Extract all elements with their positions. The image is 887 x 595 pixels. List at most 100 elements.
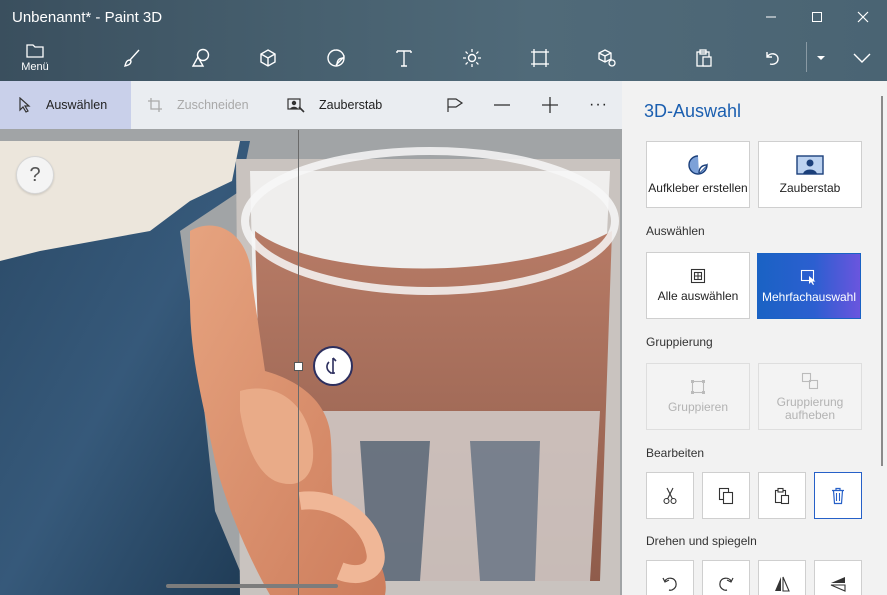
more-icon: ··· [589,96,608,113]
3d-selection-panel: 3D-Auswahl Aufkleber erstellen Zaubersta… [622,81,887,595]
rotate-section-label: Drehen und spiegeln [646,534,757,548]
flip-horizontal-icon [775,576,790,592]
make-sticker-label: Aufkleber erstellen [648,181,748,195]
group-section-label: Gruppierung [646,335,713,349]
paste-button[interactable] [758,472,806,519]
menu-button[interactable]: Menü [12,38,58,78]
history-dropdown-icon [817,56,825,60]
cursor-icon [19,97,31,113]
maximize-button[interactable] [794,0,840,34]
group-label: Gruppieren [667,400,729,414]
select-section-label: Auswählen [646,224,705,238]
view-3d-button[interactable] [446,81,478,129]
3d-shapes-icon [260,49,276,67]
folder-icon [26,44,44,58]
effects-tool[interactable] [449,38,495,78]
2d-shapes-tool[interactable] [178,38,224,78]
select-all-icon [690,268,706,284]
magic-select-icon [287,98,305,113]
history-dropdown[interactable] [799,38,843,78]
minimize-button[interactable] [748,0,794,34]
brushes-tool[interactable] [109,38,155,78]
text-icon [396,50,412,67]
rotate-right-icon [719,577,734,591]
cut-button[interactable] [646,472,694,519]
canvas-area[interactable] [0,81,622,595]
multi-select-icon [800,269,816,285]
flip-horizontal-button[interactable] [758,560,806,595]
select-all-button[interactable]: Alle auswählen [646,252,750,319]
magic-select-card[interactable]: Zauberstab [758,141,862,208]
rotate-icon [326,357,337,374]
group-icon [691,380,705,394]
zoom-in-button[interactable] [541,81,573,129]
canvas-icon [531,49,549,67]
stickers-icon [327,49,345,67]
menu-label: Menü [21,61,49,73]
panel-scrollbar[interactable] [881,96,883,466]
make-sticker-button[interactable]: Aufkleber erstellen [646,141,750,208]
edit-section-label: Bearbeiten [646,446,705,460]
delete-button[interactable] [814,472,862,519]
3d-library-icon [598,49,616,67]
rotate-handle[interactable] [313,346,353,386]
crop-icon [148,98,162,112]
rotate-left-button[interactable] [646,560,694,595]
paste-icon [696,49,712,67]
stickers-tool[interactable] [313,38,359,78]
expand-toolbar-button[interactable] [839,38,885,78]
horizontal-scrollbar[interactable] [166,584,338,588]
undo-icon [766,52,779,65]
multi-select-button[interactable]: Mehrfachauswahl [757,253,861,319]
paste-icon [774,487,790,504]
zoom-out-button[interactable] [493,81,525,129]
more-options-button[interactable]: ··· [589,81,608,129]
ungroup-icon [801,372,819,389]
select-tool[interactable]: Auswählen [0,81,131,129]
3d-library-tool[interactable] [584,38,630,78]
photo-scene [0,81,622,595]
expand-icon [853,53,871,63]
text-tool[interactable] [381,38,427,78]
3d-shapes-tool[interactable] [245,38,291,78]
group-button[interactable]: Gruppieren [646,363,750,430]
close-button[interactable] [840,0,886,34]
close-icon [857,11,869,23]
effects-icon [463,49,481,67]
maximize-icon [812,12,822,22]
sub-toolbar: Auswählen Zuschneiden Zauberstab ··· [0,81,622,129]
app-header: Unbenannt* - Paint 3D Menü [0,0,887,81]
rotate-left-icon [662,577,677,591]
ungroup-label: Gruppierung aufheben [776,394,844,422]
magic-select-tool[interactable]: Zauberstab [287,81,382,129]
flip-vertical-button[interactable] [814,560,862,595]
cut-icon [663,487,677,504]
help-button[interactable]: ? [16,156,54,194]
paste-tool[interactable] [681,38,727,78]
selection-handle[interactable] [294,362,303,371]
copy-icon [718,487,734,504]
undo-button[interactable] [749,38,795,78]
ungroup-button[interactable]: Gruppierung aufheben [758,363,862,430]
multi-select-label: Mehrfachauswahl [761,289,857,304]
minus-icon [494,104,510,106]
copy-button[interactable] [702,472,750,519]
canvas-tool[interactable] [517,38,563,78]
window-title: Unbenannt* - Paint 3D [12,9,163,26]
help-icon: ? [29,163,41,186]
delete-icon [832,487,844,504]
crop-tool[interactable]: Zuschneiden [147,81,249,129]
crop-label: Zuschneiden [177,98,249,112]
2d-shapes-icon [191,48,210,67]
minimize-icon [766,16,776,18]
flip-vertical-icon [830,576,846,592]
magic-select-icon [796,155,824,175]
magic-select-card-label: Zauberstab [779,181,841,195]
flag-icon [447,98,464,112]
plus-icon [542,97,558,113]
sticker-icon [688,155,708,175]
magic-select-label: Zauberstab [319,98,383,112]
panel-title: 3D-Auswahl [644,101,742,121]
select-label: Auswählen [46,98,108,112]
rotate-right-button[interactable] [702,560,750,595]
